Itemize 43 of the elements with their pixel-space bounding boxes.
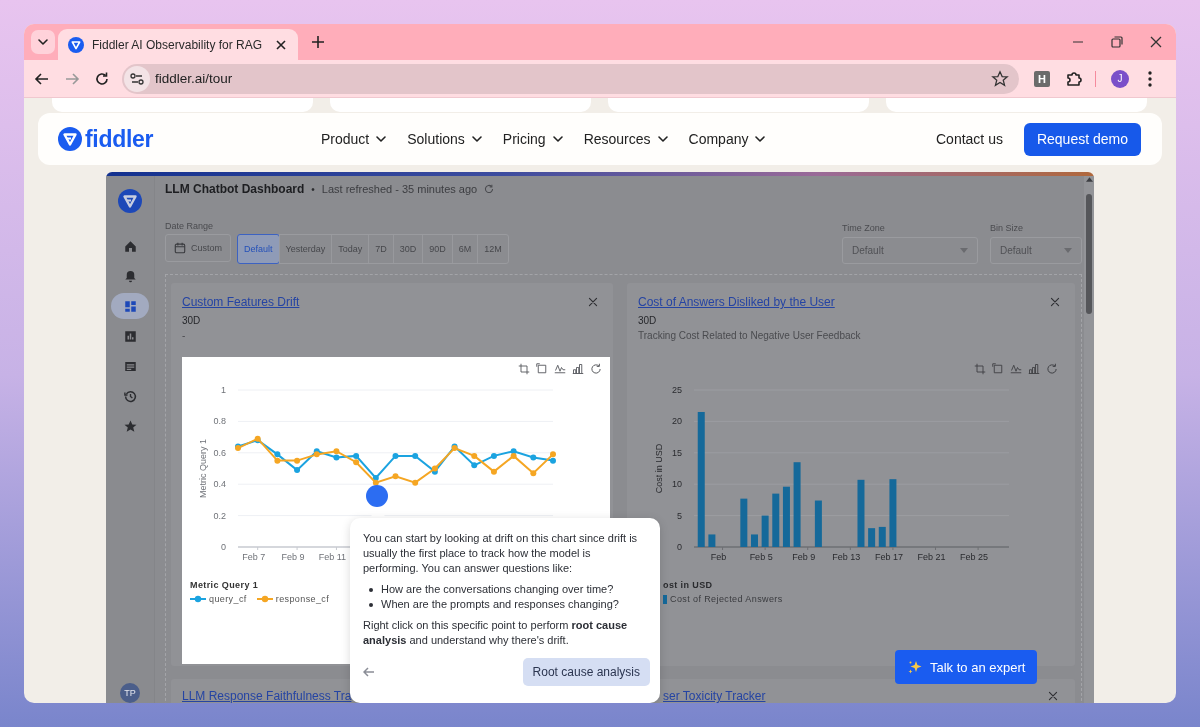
legend-label: Cost of Rejected Answers (670, 594, 783, 604)
legend-label: response_cf (275, 594, 330, 604)
legend-label: query_cf (209, 594, 247, 604)
axis-tick-label: 15 (672, 447, 682, 458)
axis-tick-label: 0.8 (213, 416, 226, 427)
axis-tick-label: 0.6 (213, 447, 226, 458)
axis-tick-label: 5 (677, 510, 682, 521)
tour-text: When are the prompts and responses changing? (381, 597, 619, 612)
axis-tick-label: 25 (672, 385, 682, 395)
axis-tick-label: 0.4 (213, 479, 226, 490)
field-label: Time Zone (842, 223, 886, 233)
axis-tick-label: Feb 5 (749, 552, 773, 562)
axis-tick-label: Feb 25 (960, 552, 989, 562)
axis-tick-label: 0 (677, 542, 682, 552)
axis-tick-label: 10 (672, 479, 682, 490)
tour-text: You can start by looking at drift on this chart since drift is usually the first place to track how the model is performing. You can answer questions like: (363, 531, 639, 576)
axis-tick-label: 0 (221, 542, 226, 552)
dashboard-title: LLM Chatbot Dashboard (165, 182, 305, 196)
axis-tick-label: Feb 13 (832, 552, 861, 562)
card-subtitle: - (182, 329, 187, 343)
card-subtitle: Tracking Cost Related to Negative User Feedback (638, 329, 862, 343)
tour-text: Right click on this specific point to perform root cause analysis and understand why there's drift. (363, 618, 629, 648)
axis-tick-label: Feb (710, 552, 727, 562)
axis-tick-label: Feb 9 (792, 552, 816, 562)
axis-tick-label: 1 (221, 385, 226, 395)
axis-tick-label: Feb 11 (318, 552, 347, 562)
refresh-status: Last refreshed - 35 minutes ago (321, 183, 478, 195)
axis-tick-label: Feb 7 (242, 552, 266, 562)
legend-title: Metric Query 1 (190, 580, 259, 590)
axis-tick-label: 0.2 (213, 510, 226, 521)
axis-tick-label: Feb 17 (874, 552, 903, 562)
axis-tick-label: 20 (672, 416, 682, 427)
field-label: Bin Size (990, 223, 1025, 233)
legend-title: ost in USD (663, 580, 713, 590)
period-label: 30D (182, 314, 202, 328)
period-label: 30D (638, 314, 658, 328)
axis-tick-label: Feb 9 (281, 552, 305, 562)
tour-text: How are the conversations changing over time? (381, 582, 614, 597)
axis-tick-label: Feb 21 (917, 552, 946, 562)
field-label: Date Range (165, 221, 215, 231)
axis-title: Metric Query 1 (198, 439, 208, 498)
axis-title: Cost in USD (654, 443, 664, 494)
separator-dot: • (311, 183, 315, 195)
